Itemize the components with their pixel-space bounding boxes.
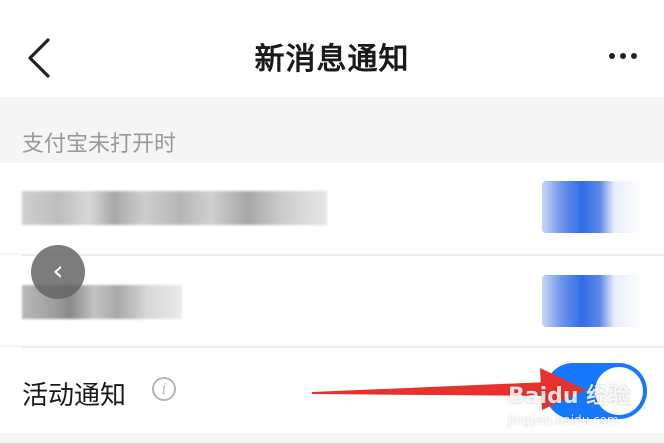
chevron-left-icon: ‹	[52, 254, 64, 287]
divider	[22, 347, 664, 348]
toggle-knob	[595, 367, 643, 415]
header-bar: 新消息通知	[0, 0, 664, 97]
info-icon[interactable]: i	[152, 377, 176, 401]
obscured-label	[22, 191, 327, 225]
more-horizontal-icon	[609, 53, 637, 59]
setting-row-activity: 活动通知 i	[0, 347, 664, 433]
activity-notification-toggle[interactable]	[545, 363, 647, 419]
divider	[22, 255, 664, 256]
more-button[interactable]	[608, 46, 638, 66]
page-title: 新消息通知	[254, 42, 410, 77]
activity-notification-label: 活动通知	[22, 381, 127, 411]
setting-row	[0, 163, 664, 253]
setting-row	[0, 255, 664, 345]
obscured-toggle[interactable]	[542, 275, 642, 327]
obscured-toggle[interactable]	[542, 181, 642, 233]
floating-back-button[interactable]: ‹	[31, 245, 85, 299]
section-label: 支付宝未打开时	[22, 132, 177, 157]
